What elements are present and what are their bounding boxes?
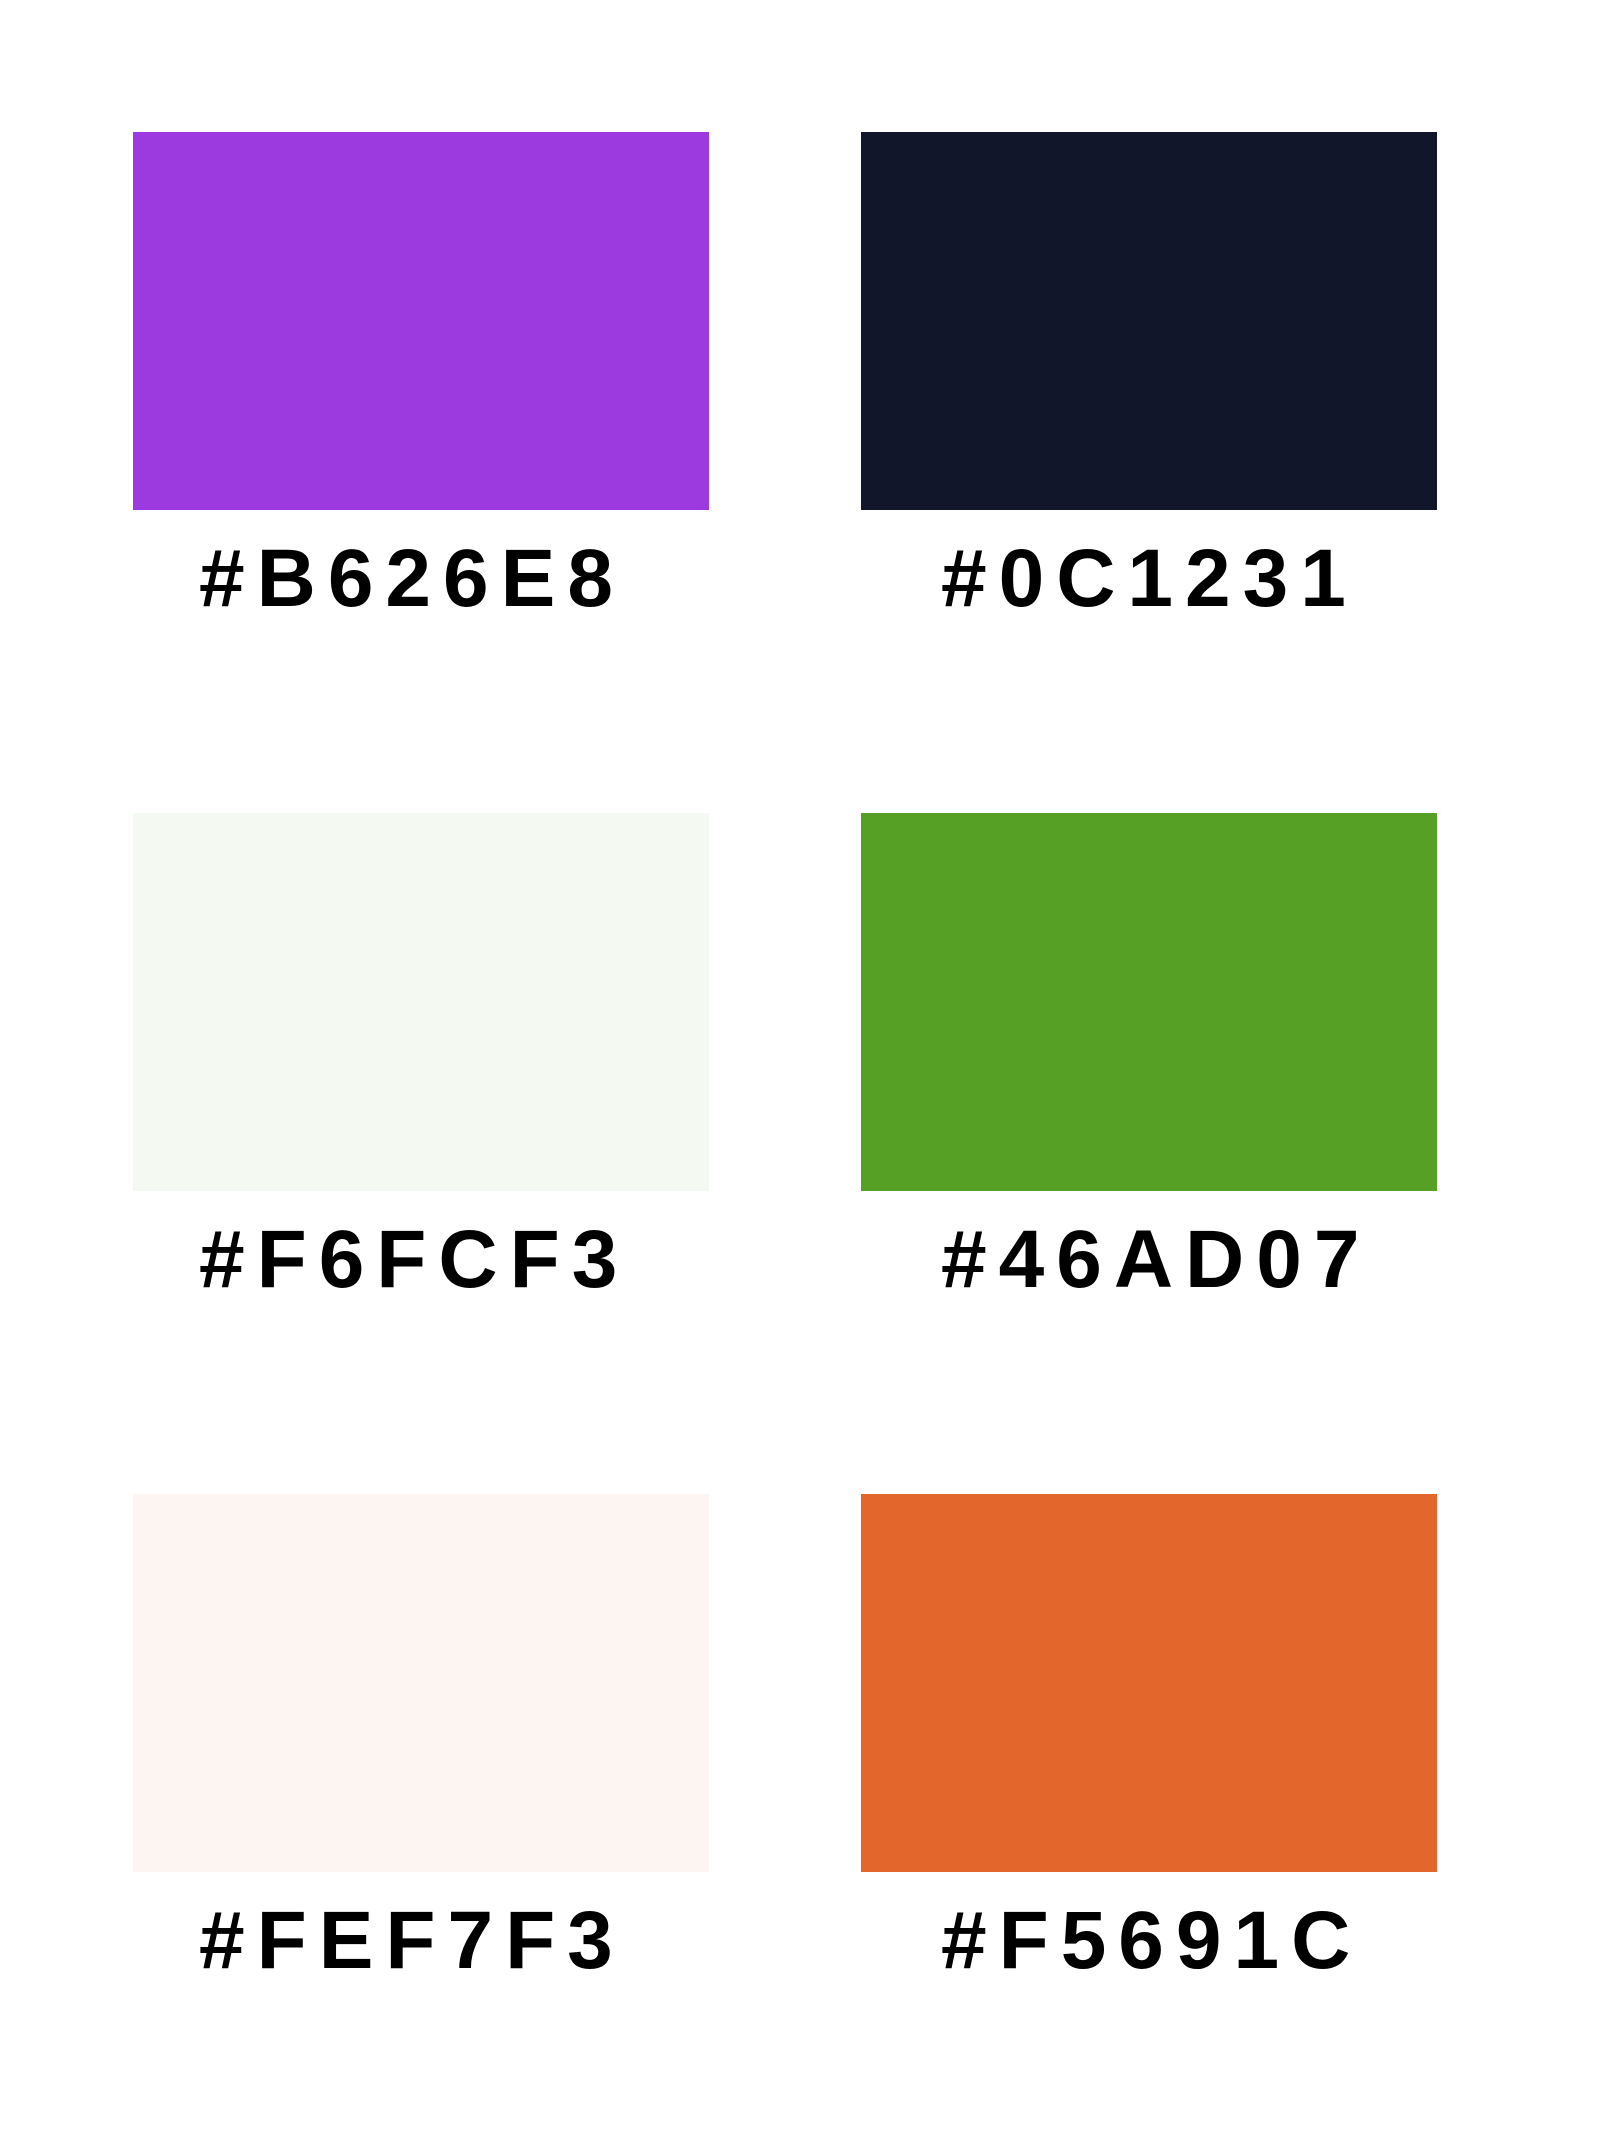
color-swatch	[133, 1494, 709, 1872]
color-swatch	[861, 1494, 1437, 1872]
swatch-card: #FEF7F3	[133, 1494, 709, 1982]
color-swatch	[861, 813, 1437, 1191]
color-palette: #B626E8 #0C1231 #F6FCF3 #46AD07 #FEF7F3 …	[0, 0, 1622, 2144]
hex-code-label: #F5691C	[941, 1895, 1363, 1986]
swatch-card: #F6FCF3	[133, 813, 709, 1301]
swatch-card: #F5691C	[861, 1494, 1437, 1982]
color-swatch	[861, 132, 1437, 510]
hex-code-label: #FEF7F3	[199, 1895, 625, 1986]
hex-code-label: #F6FCF3	[199, 1214, 630, 1305]
color-swatch	[133, 813, 709, 1191]
swatch-card: #B626E8	[133, 132, 709, 620]
color-swatch	[133, 132, 709, 510]
hex-code-label: #B626E8	[199, 533, 625, 624]
hex-code-label: #0C1231	[941, 533, 1358, 624]
hex-code-label: #46AD07	[941, 1214, 1372, 1305]
swatch-card: #0C1231	[861, 132, 1437, 620]
swatch-card: #46AD07	[861, 813, 1437, 1301]
